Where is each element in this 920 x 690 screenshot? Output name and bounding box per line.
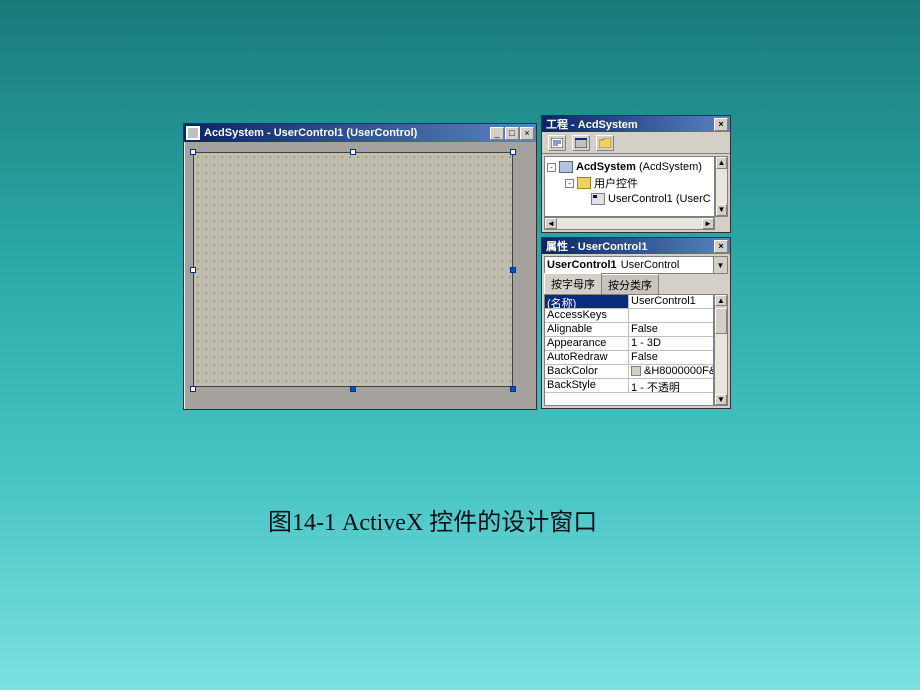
scroll-left-button[interactable]: ◄	[545, 218, 557, 229]
property-name: AutoRedraw	[545, 351, 629, 364]
scroll-track[interactable]	[557, 218, 702, 229]
resize-handle-n[interactable]	[350, 149, 356, 155]
scroll-track[interactable]	[716, 169, 727, 204]
scroll-down-button[interactable]: ▼	[715, 394, 727, 405]
project-icon	[559, 161, 573, 173]
project-explorer-panel: 工程 - AcdSystem × - AcdSystem (AcdSystem)…	[541, 115, 731, 233]
property-row[interactable]: AccessKeys	[545, 309, 713, 323]
properties-title: 属性 - UserControl1	[546, 238, 647, 254]
property-value[interactable]: 1 - 不透明	[629, 379, 713, 392]
resize-handle-w[interactable]	[190, 267, 196, 273]
usercontrol-icon	[591, 193, 605, 205]
properties-panel: 属性 - UserControl1 × UserControl1 UserCon…	[541, 237, 731, 409]
scroll-down-button[interactable]: ▼	[716, 204, 727, 216]
minimize-button[interactable]: _	[490, 127, 504, 140]
color-swatch-icon	[631, 366, 641, 376]
properties-tabs: 按字母序 按分类序	[544, 276, 728, 294]
project-explorer-titlebar[interactable]: 工程 - AcdSystem ×	[542, 116, 730, 132]
view-object-button[interactable]	[572, 135, 590, 151]
property-value[interactable]: 1 - 3D	[629, 337, 713, 350]
properties-grid[interactable]: (名称)UserControl1AccessKeysAlignableFalse…	[544, 294, 714, 406]
project-tree[interactable]: - AcdSystem (AcdSystem) - 用户控件 UserContr…	[544, 156, 715, 217]
tree-root-label: AcdSystem (AcdSystem)	[576, 161, 702, 173]
maximize-button[interactable]: □	[505, 127, 519, 140]
close-button[interactable]: ×	[520, 127, 534, 140]
scroll-up-button[interactable]: ▲	[715, 295, 727, 306]
properties-close-button[interactable]: ×	[714, 240, 728, 253]
resize-handle-e[interactable]	[510, 267, 516, 273]
properties-vertical-scrollbar[interactable]: ▲ ▼	[714, 294, 728, 406]
project-toolbar	[542, 132, 730, 154]
property-row[interactable]: Appearance1 - 3D	[545, 337, 713, 351]
scroll-thumb[interactable]	[715, 308, 727, 334]
property-name: Alignable	[545, 323, 629, 336]
project-explorer-close-button[interactable]: ×	[714, 118, 728, 131]
properties-titlebar[interactable]: 属性 - UserControl1 ×	[542, 238, 730, 254]
property-name: BackColor	[545, 365, 629, 378]
folder-icon	[577, 177, 591, 189]
property-name: (名称)	[545, 295, 629, 308]
project-horizontal-scrollbar[interactable]: ◄ ►	[544, 217, 715, 230]
resize-handle-s[interactable]	[350, 386, 356, 392]
tree-root-project[interactable]: - AcdSystem (AcdSystem)	[547, 159, 712, 175]
property-name: BackStyle	[545, 379, 629, 392]
property-row[interactable]: (名称)UserControl1	[545, 295, 713, 309]
designer-canvas-area	[187, 146, 533, 406]
object-selector-combo[interactable]: UserControl1 UserControl ▼	[544, 256, 728, 274]
tab-alphabetic[interactable]: 按字母序	[544, 273, 602, 294]
tab-categorized[interactable]: 按分类序	[601, 274, 659, 295]
project-vertical-scrollbar[interactable]: ▲ ▼	[715, 156, 728, 217]
designer-titlebar[interactable]: AcdSystem - UserControl1 (UserControl) _…	[184, 124, 536, 142]
tree-folder-label: 用户控件	[594, 175, 638, 191]
property-row[interactable]: AutoRedrawFalse	[545, 351, 713, 365]
expand-icon[interactable]: -	[565, 179, 574, 188]
object-name: UserControl1	[545, 259, 617, 271]
scroll-up-button[interactable]: ▲	[716, 157, 727, 169]
property-value[interactable]: UserControl1	[629, 295, 713, 308]
tree-folder-usercontrols[interactable]: - 用户控件	[547, 175, 712, 191]
form-icon	[186, 126, 200, 140]
property-value[interactable]	[629, 309, 713, 322]
property-value[interactable]: &H8000000F&	[629, 365, 713, 378]
resize-handle-ne[interactable]	[510, 149, 516, 155]
property-row[interactable]: BackColor&H8000000F&	[545, 365, 713, 379]
object-type: UserControl	[617, 259, 680, 271]
property-value[interactable]: False	[629, 323, 713, 336]
tree-item-label: UserControl1 (UserC	[608, 193, 711, 205]
designer-window: AcdSystem - UserControl1 (UserControl) _…	[183, 123, 537, 410]
property-value[interactable]: False	[629, 351, 713, 364]
view-code-button[interactable]	[548, 135, 566, 151]
resize-handle-se[interactable]	[510, 386, 516, 392]
property-row[interactable]: AlignableFalse	[545, 323, 713, 337]
scroll-track[interactable]	[715, 334, 727, 394]
figure-caption: 图14-1 ActiveX 控件的设计窗口	[268, 502, 597, 537]
property-name: AccessKeys	[545, 309, 629, 322]
combo-dropdown-button[interactable]: ▼	[713, 257, 727, 273]
expand-icon[interactable]: -	[547, 163, 556, 172]
scroll-right-button[interactable]: ►	[702, 218, 714, 229]
tree-item-usercontrol1[interactable]: UserControl1 (UserC	[547, 191, 712, 207]
designer-title: AcdSystem - UserControl1 (UserControl)	[204, 127, 490, 139]
property-name: Appearance	[545, 337, 629, 350]
resize-handle-sw[interactable]	[190, 386, 196, 392]
toggle-folders-button[interactable]	[596, 135, 614, 151]
project-explorer-title: 工程 - AcdSystem	[546, 116, 638, 132]
usercontrol-design-surface[interactable]	[193, 152, 513, 387]
resize-handle-nw[interactable]	[190, 149, 196, 155]
property-row[interactable]: BackStyle1 - 不透明	[545, 379, 713, 393]
